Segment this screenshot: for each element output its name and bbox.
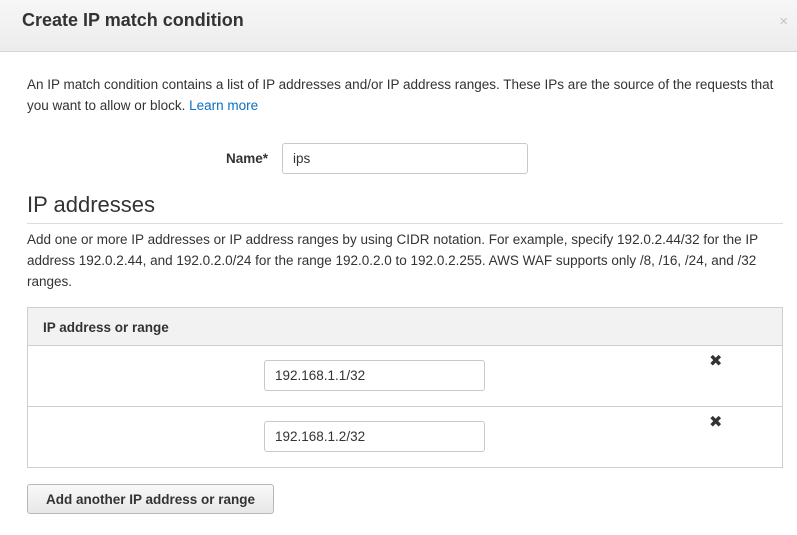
- section-divider: [27, 223, 783, 224]
- close-icon[interactable]: ×: [779, 14, 788, 29]
- ip-addresses-description: Add one or more IP addresses or IP addre…: [27, 232, 758, 289]
- remove-icon[interactable]: ✖: [709, 354, 722, 370]
- ip-address-input[interactable]: [264, 421, 485, 452]
- name-label: Name*: [225, 151, 268, 166]
- intro-text: An IP match condition contains a list of…: [27, 74, 787, 116]
- ip-address-table: IP address or range ✖ ✖: [27, 307, 783, 468]
- ip-row: ✖: [28, 407, 782, 468]
- ip-row: ✖: [28, 346, 782, 407]
- name-input[interactable]: [282, 143, 528, 174]
- ip-table-header: IP address or range: [28, 308, 782, 346]
- create-ip-match-condition-dialog: Create IP match condition × An IP match …: [0, 0, 797, 535]
- intro-description: An IP match condition contains a list of…: [27, 77, 774, 113]
- add-ip-address-button[interactable]: Add another IP address or range: [27, 484, 274, 514]
- ip-addresses-heading: IP addresses: [27, 192, 156, 217]
- learn-more-link[interactable]: Learn more: [189, 98, 258, 113]
- name-row: Name*: [0, 143, 797, 175]
- modal-title: Create IP match condition: [22, 10, 244, 30]
- modal-header: Create IP match condition ×: [0, 0, 797, 52]
- remove-icon[interactable]: ✖: [709, 415, 722, 431]
- ip-address-input[interactable]: [264, 360, 485, 391]
